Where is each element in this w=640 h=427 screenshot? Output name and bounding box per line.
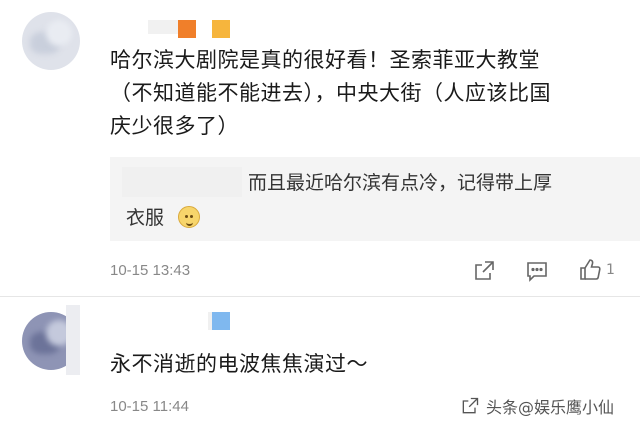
comment-time: 10-15 11:44 <box>110 398 189 415</box>
comment-icon <box>527 262 547 282</box>
comment-text: 永不消逝的电波焦焦演过～ <box>110 348 368 381</box>
comment-line: （不知道能不能进去），中央大街（人应该比国 <box>110 81 551 105</box>
comment-line: 永不消逝的电波焦焦演过～ <box>110 352 368 376</box>
thumbs-up-icon <box>580 259 601 280</box>
comment-line: 哈尔滨大剧院是真的很好看！圣索菲亚大教堂 <box>110 48 540 72</box>
user-badge <box>212 20 230 38</box>
comment-line: 庆少很多了） <box>110 114 239 138</box>
share-button[interactable] <box>460 396 480 416</box>
like-count: 1 <box>606 262 615 278</box>
reply-line: 而且最近哈尔滨有点冷，记得带上厚 <box>248 172 553 194</box>
avatar[interactable] <box>22 12 80 70</box>
reply-quote[interactable]: 而且最近哈尔滨有点冷，记得带上厚 衣服 <box>110 157 640 241</box>
comment-text: 哈尔滨大剧院是真的很好看！圣索菲亚大教堂 （不知道能不能进去），中央大街（人应该… <box>110 44 551 143</box>
username-mosaic[interactable] <box>148 20 178 34</box>
user-badge <box>178 20 196 38</box>
reply-line: 衣服 <box>126 207 165 229</box>
share-icon <box>462 397 479 414</box>
user-badge <box>212 312 230 330</box>
avatar-mosaic <box>66 305 80 375</box>
comment-time: 10-15 13:43 <box>110 262 191 279</box>
reply-author-mosaic <box>122 167 242 197</box>
emoji-icon <box>178 206 200 228</box>
reply-button[interactable] <box>525 259 549 283</box>
divider <box>0 296 640 297</box>
share-icon <box>475 261 494 280</box>
like-button[interactable] <box>578 258 602 282</box>
share-button[interactable] <box>472 259 496 283</box>
watermark: 头条@娱乐鹰小仙 <box>486 398 615 417</box>
